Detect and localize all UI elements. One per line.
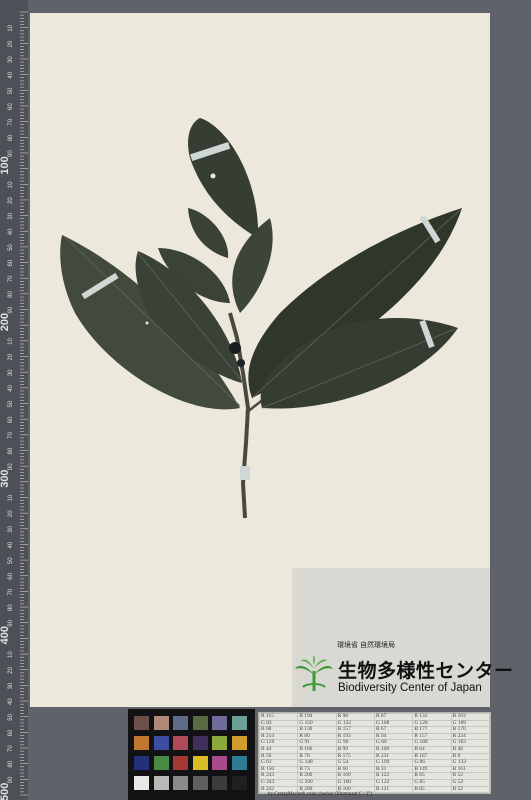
ruler-label: 50 [8, 244, 14, 251]
ruler-label: 200 [0, 313, 11, 331]
ruler-label: 90 [8, 150, 14, 157]
ruler-label: 70 [8, 118, 14, 125]
color-patch [134, 776, 149, 790]
color-values-table: R 115 R 194 R 98 R 87 R 133 R 103 G 82 G 150 G 1… [258, 712, 491, 794]
ruler-label: 100 [0, 156, 11, 174]
color-patch [231, 716, 247, 730]
color-patch [153, 776, 169, 790]
color-patch [153, 756, 169, 770]
ruler-label: 60 [8, 572, 14, 579]
table-cell: B 52 [450, 785, 491, 794]
color-patch [212, 736, 227, 750]
ruler-label: 90 [8, 463, 14, 470]
color-patch [134, 756, 149, 770]
ruler-label: 50 [8, 713, 14, 720]
ruler-label: 40 [8, 71, 14, 78]
color-checker-caption: by GretagMacbeth color checker (Illumina… [268, 792, 373, 797]
ruler-label: 50 [8, 557, 14, 564]
ruler-label: 20 [8, 666, 14, 673]
ruler-label: 40 [8, 541, 14, 548]
table-cell: B 121 [373, 785, 414, 794]
color-patch [231, 736, 247, 750]
ruler-ticks: 1020304050607080901001020304050607080902… [0, 11, 28, 800]
fruit [229, 342, 241, 354]
ruler-label: 20 [8, 510, 14, 517]
ruler-label: 30 [8, 525, 14, 532]
ruler-label: 10 [8, 651, 14, 658]
ruler-label: 80 [8, 604, 14, 611]
color-patch [134, 716, 149, 730]
color-checker-chart [128, 709, 255, 800]
ruler-label: 50 [8, 400, 14, 407]
ruler-label: 40 [8, 228, 14, 235]
ruler-label: 80 [8, 134, 14, 141]
color-patch [231, 756, 247, 770]
color-patch [173, 756, 188, 770]
organization-name-jp: 生物多様性センター [338, 661, 514, 682]
color-patch [212, 776, 227, 790]
ruler-label: 10 [8, 24, 14, 31]
ruler-label: 50 [8, 87, 14, 94]
ruler-label: 60 [8, 103, 14, 110]
ruler-label: 10 [8, 338, 14, 345]
organization-name-en: Biodiversity Center of Japan [338, 682, 482, 694]
color-patch [192, 736, 208, 750]
leaf-small-1 [188, 208, 229, 258]
ruler-label: 30 [8, 212, 14, 219]
ruler-label: 70 [8, 275, 14, 282]
mounting-strip [240, 466, 250, 480]
ministry-text: 環境省 自然環境局 [337, 642, 395, 649]
color-patch [212, 716, 227, 730]
biodiversity-logo-icon [295, 655, 333, 691]
ruler-label: 80 [8, 760, 14, 767]
ruler-label: 10 [8, 494, 14, 501]
color-patch [173, 716, 188, 730]
color-patch [134, 736, 149, 750]
table-cell: B 85 [412, 785, 452, 794]
color-patch [173, 776, 188, 790]
ruler-label: 60 [8, 416, 14, 423]
color-patch [212, 756, 227, 770]
ruler-label: 70 [8, 431, 14, 438]
ruler-label: 90 [8, 776, 14, 783]
ruler-label: 30 [8, 56, 14, 63]
ruler-label: 80 [8, 447, 14, 454]
ruler-label: 20 [8, 40, 14, 47]
measurement-ruler: 10 20 30 40 50 60 70 80 90 100 10 20 30 40 50 60 70 80 90 2… [0, 0, 28, 800]
ruler-label: 60 [8, 729, 14, 736]
ruler-label: 90 [8, 619, 14, 626]
ruler-label: 20 [8, 353, 14, 360]
specimen-leaves [60, 118, 462, 519]
ruler-label: 500 [0, 783, 11, 800]
ruler-label: 40 [8, 698, 14, 705]
ruler-label: 20 [8, 197, 14, 204]
ruler-label: 300 [0, 469, 11, 487]
color-patch [173, 736, 188, 750]
fruit [237, 359, 245, 367]
ruler-label: 70 [8, 588, 14, 595]
color-patch [192, 776, 208, 790]
ruler-label: 80 [8, 291, 14, 298]
ruler-label: 40 [8, 385, 14, 392]
ruler-label: 10 [8, 181, 14, 188]
color-patch [192, 756, 208, 770]
plant-specimen [60, 118, 462, 519]
ruler-label: 400 [0, 626, 11, 644]
ruler-label: 30 [8, 369, 14, 376]
ruler-label: 70 [8, 745, 14, 752]
color-patch [192, 716, 208, 730]
ruler-label: 30 [8, 682, 14, 689]
color-patch [153, 716, 169, 730]
ruler-label: 90 [8, 306, 14, 313]
color-patch [153, 736, 169, 750]
color-patch [231, 776, 247, 790]
ruler-label: 60 [8, 259, 14, 266]
